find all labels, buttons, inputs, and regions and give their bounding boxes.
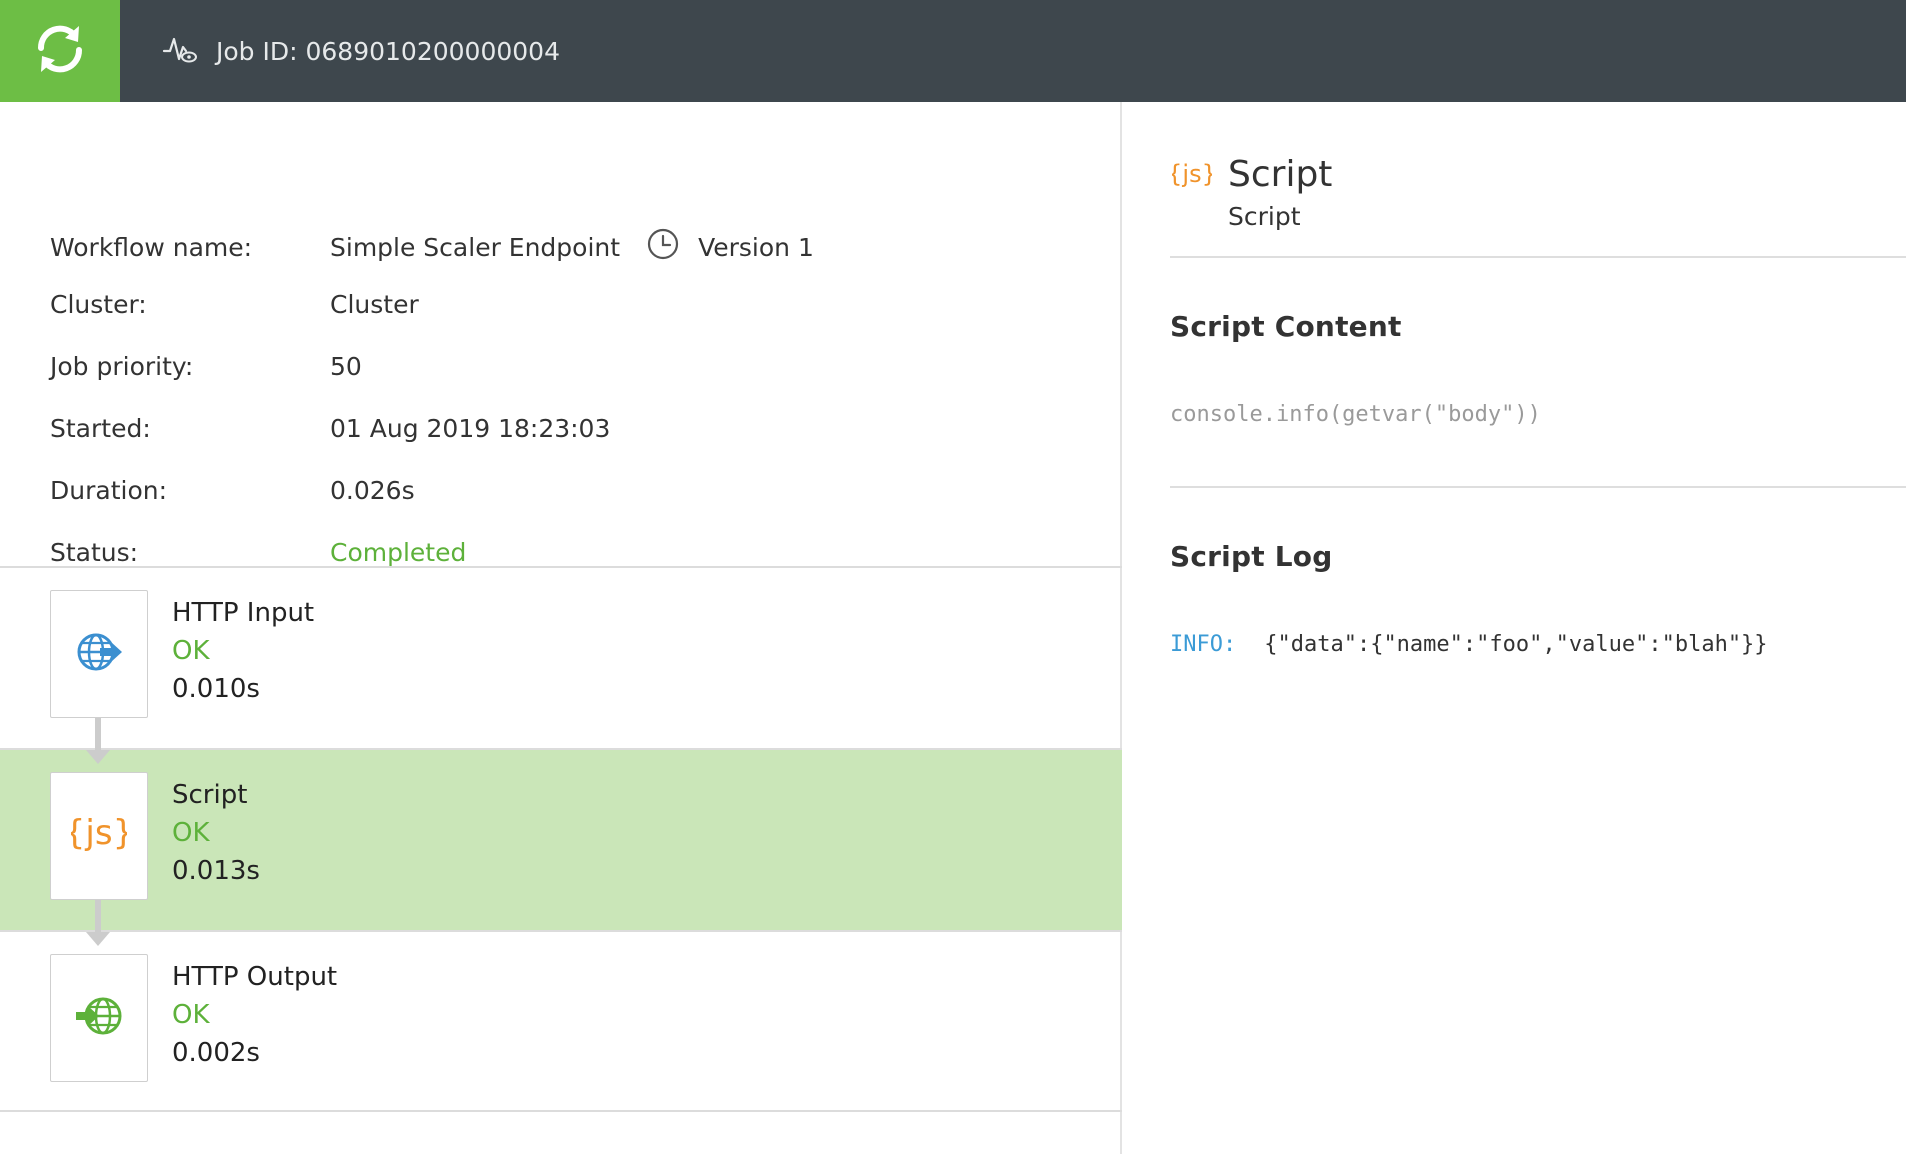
started-label: Started:: [50, 413, 151, 443]
step-status: OK: [172, 636, 210, 666]
detail-subtitle: Script: [1228, 202, 1301, 231]
js-script-icon: {js}: [64, 806, 134, 866]
step-status: OK: [172, 818, 210, 848]
job-details-pane: Workflow name: Simple Scaler Endpoint Ve…: [0, 102, 1122, 1154]
workflow-name[interactable]: Simple Scaler Endpoint: [330, 233, 620, 262]
clock-icon: [646, 227, 680, 267]
script-log-entry: INFO: {"data":{"name":"foo","value":"bla…: [1170, 632, 1768, 657]
divider: [1170, 256, 1906, 258]
priority-label: Job priority:: [50, 351, 194, 381]
connector-arrow: [86, 932, 110, 946]
workflow-value: Simple Scaler Endpoint Version 1: [330, 227, 814, 267]
step-title: Script: [172, 780, 248, 810]
step-icon-box: [50, 954, 148, 1082]
script-content-code: console.info(getvar("body")): [1170, 402, 1541, 427]
svg-text:{js}: {js}: [71, 813, 127, 853]
svg-text:{js}: {js}: [1172, 160, 1212, 188]
divider: [0, 1110, 1122, 1112]
step-title: HTTP Input: [172, 598, 315, 628]
version-value: Version 1: [698, 232, 814, 262]
activity-eye-icon: [162, 31, 198, 71]
cluster-value: Cluster: [330, 289, 419, 319]
workflow-label: Workflow name:: [50, 232, 253, 262]
connector-arrow: [86, 750, 110, 764]
step-http-output[interactable]: HTTP Output OK 0.002s: [0, 932, 1122, 1112]
app-logo[interactable]: [0, 0, 120, 102]
job-id: Job ID: 0689010200000004: [216, 36, 560, 66]
duration-value: 0.026s: [330, 475, 415, 505]
step-icon-box: {js}: [50, 772, 148, 900]
step-duration: 0.002s: [172, 1038, 260, 1068]
step-status: OK: [172, 1000, 210, 1030]
js-script-icon: {js}: [1167, 154, 1217, 198]
step-title: HTTP Output: [172, 962, 338, 992]
step-connector: [95, 718, 101, 754]
step-duration: 0.010s: [172, 674, 260, 704]
log-message: {"data":{"name":"foo","value":"blah"}}: [1264, 632, 1768, 657]
version-info: Version 1: [646, 227, 814, 267]
divider: [1170, 486, 1906, 488]
http-output-globe-icon: [73, 991, 125, 1045]
script-log-heading: Script Log: [1170, 540, 1333, 573]
job-title: Job ID: 0689010200000004: [162, 0, 560, 102]
sync-icon: [29, 18, 91, 84]
log-level: INFO:: [1170, 632, 1237, 657]
duration-label: Duration:: [50, 475, 168, 505]
http-input-globe-icon: [74, 627, 124, 681]
top-bar: Job ID: 0689010200000004: [0, 0, 1906, 102]
script-content-heading: Script Content: [1170, 310, 1402, 343]
step-detail-pane: {js} Script Script Script Content consol…: [1124, 102, 1906, 1154]
step-connector: [95, 900, 101, 936]
cluster-label: Cluster:: [50, 289, 147, 319]
status-label: Status:: [50, 537, 139, 567]
step-duration: 0.013s: [172, 856, 260, 886]
started-value: 01 Aug 2019 18:23:03: [330, 413, 611, 443]
priority-value: 50: [330, 351, 362, 381]
detail-title: Script: [1228, 154, 1333, 195]
step-http-input[interactable]: HTTP Input OK 0.010s: [0, 568, 1122, 748]
step-script[interactable]: {js} Script OK 0.013s: [0, 750, 1122, 930]
status-value: Completed: [330, 537, 467, 567]
step-icon-box: [50, 590, 148, 718]
